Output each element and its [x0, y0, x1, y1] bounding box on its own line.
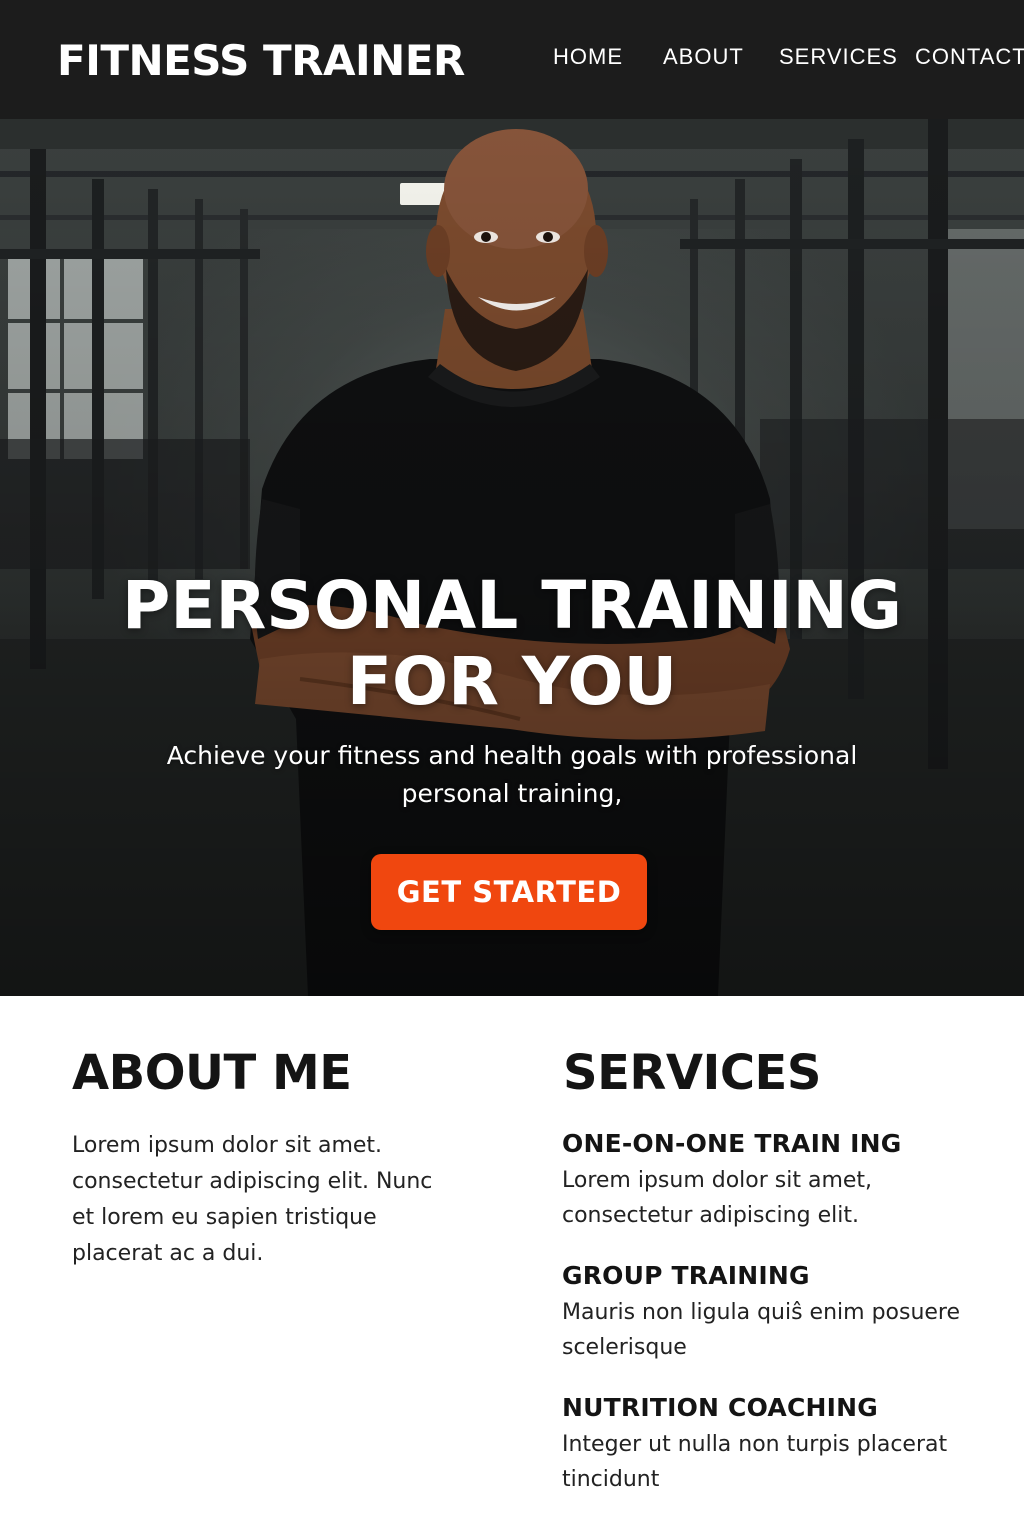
nav-link-contact[interactable]: CONTACT [915, 42, 1024, 72]
top-navbar: FITNESS TRAINER HOME ABOUT SERVICES CONT… [0, 0, 1024, 119]
service-description: Lorem ipsum dolor sit amet, consectetur … [562, 1168, 873, 1228]
service-title: GROUP TRAINING [562, 1261, 810, 1290]
brand-logo-text[interactable]: FITNESS TRAINER [57, 36, 465, 86]
service-description: Integer ut nulla non turpis placerat tin… [562, 1432, 948, 1492]
hero-title-line-2: FOR YOU [346, 643, 678, 720]
hero-subtitle: Achieve your fitness and health goals wi… [166, 741, 858, 808]
about-heading: ABOUT ME [72, 1045, 352, 1101]
service-description: Mauris non ligula quiŝ enim posuere scel… [562, 1300, 961, 1360]
hero-title-line-1: PERSONAL TRAINING [122, 567, 902, 644]
hero-section: PERSONAL TRAINING FOR YOU Achieve your f… [0, 119, 1024, 996]
service-item-one-on-one: ONE-ON-ONE TRAIN ING Lorem ipsum dolor s… [562, 1127, 1002, 1233]
service-title: ONE-ON-ONE TRAIN ING [562, 1129, 902, 1158]
hero-title: PERSONAL TRAINING FOR YOU [0, 568, 1024, 720]
content-section: ABOUT ME Lorem ipsum dolor sit amet. con… [0, 996, 1024, 1536]
nav-link-home[interactable]: HOME [553, 42, 623, 72]
services-heading: SERVICES [563, 1045, 821, 1101]
about-body-text: Lorem ipsum dolor sit amet. consectetur … [72, 1133, 433, 1266]
service-item-group-training: GROUP TRAINING Mauris non ligula quiŝ en… [562, 1259, 1002, 1365]
nav-link-about[interactable]: ABOUT [663, 42, 744, 72]
service-title: NUTRITION COACHING [562, 1393, 878, 1422]
get-started-button[interactable]: GET STARTED [371, 854, 647, 930]
service-item-nutrition-coaching: NUTRITION COACHING Integer ut nulla non … [562, 1391, 1002, 1497]
nav-link-services[interactable]: SERVICES [779, 42, 898, 72]
